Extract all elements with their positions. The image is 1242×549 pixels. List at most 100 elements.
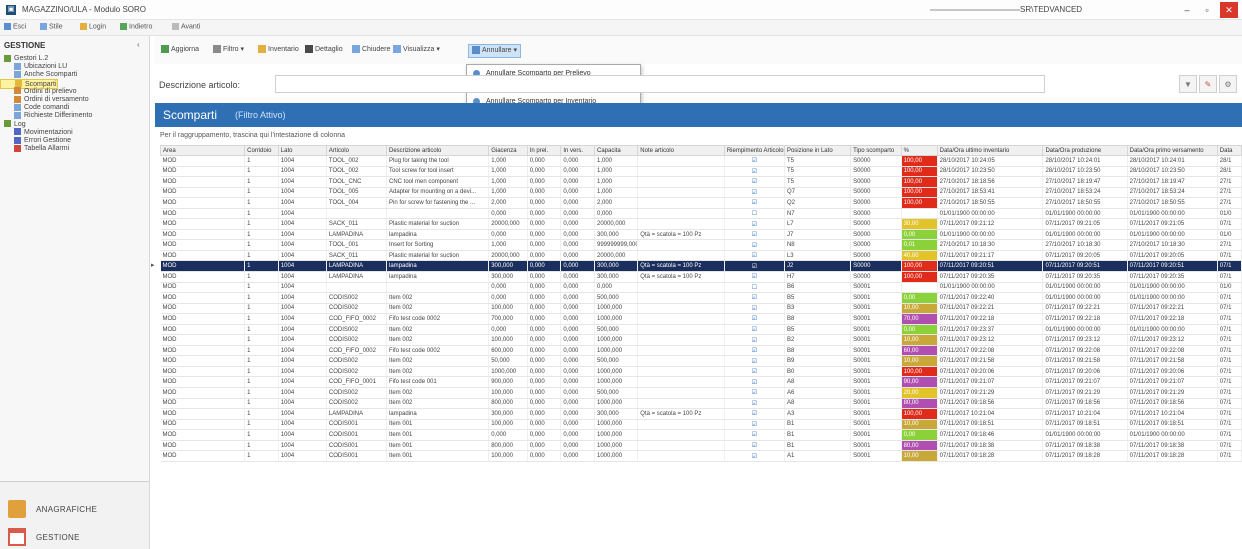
quick-stile[interactable]: Stile bbox=[40, 23, 63, 30]
table-row[interactable]: MOD 1 1004 CODIS001 Item 001 0,000 0,000 0,000 1… bbox=[160, 429, 1242, 441]
quick-login[interactable]: Login bbox=[80, 23, 106, 30]
checkbox-cell[interactable]: ☑ bbox=[724, 345, 785, 357]
minimize-button[interactable]: – bbox=[1178, 2, 1196, 18]
quick-avanti[interactable]: Avanti bbox=[172, 23, 200, 30]
toolbar-annullare-button[interactable]: Annullare ▾ bbox=[468, 44, 522, 58]
checkbox-cell[interactable]: ☑ bbox=[724, 197, 785, 209]
column-header[interactable]: Articolo bbox=[325, 145, 388, 156]
column-header[interactable]: Tipo scomparto bbox=[850, 145, 902, 156]
table-row[interactable]: MOD 1 1004 LAMPADINA lampadina 300,000 0,000 0,… bbox=[160, 260, 1242, 272]
checkbox-cell[interactable]: ☐ bbox=[724, 282, 785, 294]
column-header[interactable]: Note articolo bbox=[637, 145, 725, 156]
table-row[interactable]: MOD 1 1004 0,000 0,000 0,000 0,000 ☐ N7 S0000 01/0… bbox=[160, 208, 1242, 220]
table-row[interactable]: MOD 1 1004 CODIS002 Item 002 0,000 0,000 0,000 5… bbox=[160, 324, 1242, 336]
table-row[interactable]: MOD 1 1004 TOOL_005 Adapter for mounting on … bbox=[160, 187, 1242, 199]
column-header[interactable]: Data bbox=[1216, 145, 1242, 156]
close-button[interactable]: ✕ bbox=[1220, 2, 1238, 18]
checkbox-cell[interactable]: ☑ bbox=[724, 419, 785, 431]
table-row[interactable]: MOD 1 1004 TOOL_001 Insert for Sorting 1,000 0… bbox=[160, 239, 1242, 251]
checkbox-cell[interactable]: ☑ bbox=[724, 376, 785, 389]
table-row[interactable]: MOD 1 1004 CODIS001 Item 001 100,000 0,000 0,00… bbox=[160, 450, 1242, 462]
table-row[interactable]: MOD 1 1004 CODIS002 Item 002 100,000 0,000 0,00… bbox=[160, 334, 1242, 346]
sidebar-collapse-icon[interactable]: ‹ bbox=[137, 40, 140, 49]
checkbox-cell[interactable]: ☑ bbox=[724, 408, 785, 420]
checkbox-cell[interactable]: ☑ bbox=[724, 334, 785, 346]
maximize-button[interactable]: ▫ bbox=[1198, 2, 1216, 18]
checkbox-cell[interactable]: ☑ bbox=[724, 239, 785, 251]
table-row[interactable]: MOD 1 1004 CODIS002 Item 002 0,000 0,000 0,000 5… bbox=[160, 292, 1242, 304]
table-row[interactable]: MOD 1 1004 CODIS002 Item 002 100,000 0,000 0,00… bbox=[160, 387, 1242, 399]
column-header[interactable]: Giacenza bbox=[488, 145, 528, 156]
checkbox-cell[interactable]: ☑ bbox=[724, 271, 785, 283]
column-header[interactable]: Area bbox=[160, 145, 246, 156]
checkbox-cell[interactable]: ☑ bbox=[724, 366, 785, 378]
table-row[interactable]: MOD 1 1004 COD_FIFO_0001 Fifo test code 001 9… bbox=[160, 376, 1242, 389]
checkbox-cell[interactable]: ☑ bbox=[724, 292, 785, 304]
table-row[interactable]: MOD 1 1004 CODIS002 Item 002 1000,000 0,000 0,0… bbox=[160, 366, 1242, 378]
column-header[interactable]: % bbox=[900, 145, 938, 156]
toolbar-dettaglio-button[interactable]: Dettaglio bbox=[305, 45, 343, 57]
checkbox-cell[interactable]: ☐ bbox=[724, 208, 785, 220]
column-header[interactable]: Descrizione articolo bbox=[386, 145, 490, 156]
sidebar-item-tabella-allarmi[interactable]: Tabella Allarmi bbox=[0, 144, 69, 154]
checkbox-cell[interactable]: ☑ bbox=[724, 260, 785, 272]
table-row[interactable]: MOD 1 1004 CODIS002 Item 002 100,000 0,000 0,00… bbox=[160, 303, 1242, 315]
checkbox-cell[interactable]: ☑ bbox=[724, 450, 785, 462]
checkbox-cell[interactable]: ☑ bbox=[724, 166, 785, 178]
table-row[interactable]: MOD 1 1004 TOOL_002 Tool screw for tool inse… bbox=[160, 166, 1242, 178]
checkbox-cell[interactable]: ☑ bbox=[724, 313, 785, 325]
checkbox-cell[interactable]: ☑ bbox=[724, 387, 785, 399]
column-header[interactable]: Data/Ora primo versamento bbox=[1126, 145, 1218, 156]
toolbar-visualizza-button[interactable]: Visualizza ▾ bbox=[393, 45, 440, 57]
search-input[interactable] bbox=[275, 75, 1045, 93]
table-row[interactable]: MOD 1 1004 TOOL_002 Plug for taking the tool… bbox=[160, 155, 1242, 167]
settings-icon[interactable]: ⚙ bbox=[1219, 75, 1237, 93]
column-header[interactable]: Lato bbox=[277, 145, 327, 156]
quick-indietro[interactable]: Indietro bbox=[120, 23, 152, 30]
column-header[interactable]: Capacita bbox=[593, 145, 639, 156]
table-row[interactable]: MOD 1 1004 TOOL_004 Pin for screw for fasten… bbox=[160, 197, 1242, 209]
checkbox-cell[interactable]: ☑ bbox=[724, 176, 785, 188]
table-row[interactable]: MOD 1 1004 CODIS002 Item 002 50,000 0,000 0,000… bbox=[160, 355, 1242, 367]
checkbox-cell[interactable]: ☑ bbox=[724, 303, 785, 315]
checkbox-cell[interactable]: ☑ bbox=[724, 398, 785, 410]
table-row[interactable]: MOD 1 1004 SACK_011 Plastic material for suc… bbox=[160, 218, 1242, 230]
checkbox-cell[interactable]: ☑ bbox=[724, 155, 785, 167]
table-row[interactable]: MOD 1 1004 CODIS001 Item 001 100,000 0,000 0,00… bbox=[160, 419, 1242, 431]
table-cell: S0000 bbox=[850, 187, 902, 199]
clear-filter-icon[interactable]: ✎ bbox=[1199, 75, 1217, 93]
checkbox-cell[interactable]: ☑ bbox=[724, 218, 785, 230]
nav-gestione[interactable]: GESTIONE bbox=[0, 524, 149, 549]
quick-esci[interactable]: Esci bbox=[4, 23, 26, 30]
column-header[interactable]: Corridoio bbox=[244, 145, 279, 156]
toolbar-aggiorna-button[interactable]: Aggiorna bbox=[161, 45, 199, 57]
table-row[interactable]: MOD 1 1004 LAMPADINA lampadina 300,000 0,000 0,… bbox=[160, 408, 1242, 420]
column-header[interactable]: In vers. bbox=[560, 145, 595, 156]
table-row[interactable]: MOD 1 1004 CODIS002 Item 002 800,000 0,000 0,00… bbox=[160, 398, 1242, 410]
checkbox-cell[interactable]: ☑ bbox=[724, 429, 785, 441]
table-row[interactable]: MOD 1 1004 LAMPADINA lampadina 0,000 0,000 0,00… bbox=[160, 229, 1242, 241]
nav-anagrafiche[interactable]: ANAGRAFICHE bbox=[0, 496, 149, 522]
table-row[interactable]: MOD 1 1004 COD_FIFO_0002 Fifo test code 0002… bbox=[160, 345, 1242, 357]
column-header[interactable]: Data/Ora produzione bbox=[1042, 145, 1128, 156]
toolbar-chiudere-button[interactable]: Chiudere bbox=[352, 45, 390, 57]
column-header[interactable]: Data/Ora ultimo inventario bbox=[936, 145, 1044, 156]
column-header[interactable]: In prel. bbox=[526, 145, 562, 156]
column-header[interactable]: Riempimento Articolo bbox=[723, 145, 785, 156]
checkbox-cell[interactable]: ☑ bbox=[724, 229, 785, 241]
checkbox-cell[interactable]: ☑ bbox=[724, 187, 785, 199]
toolbar-filtro-button[interactable]: Filtro ▾ bbox=[213, 45, 244, 57]
table-row[interactable]: MOD 1 1004 CODIS001 Item 001 800,000 0,000 0,00… bbox=[160, 440, 1242, 452]
table-row[interactable]: MOD 1 1004 TOOL_CNC CNC tool men component 1,… bbox=[160, 176, 1242, 188]
checkbox-cell[interactable]: ☑ bbox=[724, 355, 785, 367]
table-row[interactable]: MOD 1 1004 SACK_011 Plastic material for suc… bbox=[160, 250, 1242, 262]
checkbox-cell[interactable]: ☑ bbox=[724, 440, 785, 452]
table-row[interactable]: MOD 1 1004 COD_FIFO_0002 Fifo test code 0002… bbox=[160, 313, 1242, 325]
table-row[interactable]: MOD 1 1004 0,000 0,000 0,000 0,000 ☐ B6 S0001 01/0… bbox=[160, 282, 1242, 294]
column-header[interactable]: Posizione in Lato bbox=[783, 145, 852, 156]
checkbox-cell[interactable]: ☑ bbox=[724, 324, 785, 336]
filter-icon[interactable]: ▼ bbox=[1179, 75, 1197, 93]
table-row[interactable]: MOD 1 1004 LAMPADINA lampadina 300,000 0,000 0,… bbox=[160, 271, 1242, 283]
toolbar-inventario-button[interactable]: Inventario bbox=[258, 45, 299, 57]
checkbox-cell[interactable]: ☑ bbox=[724, 250, 785, 262]
